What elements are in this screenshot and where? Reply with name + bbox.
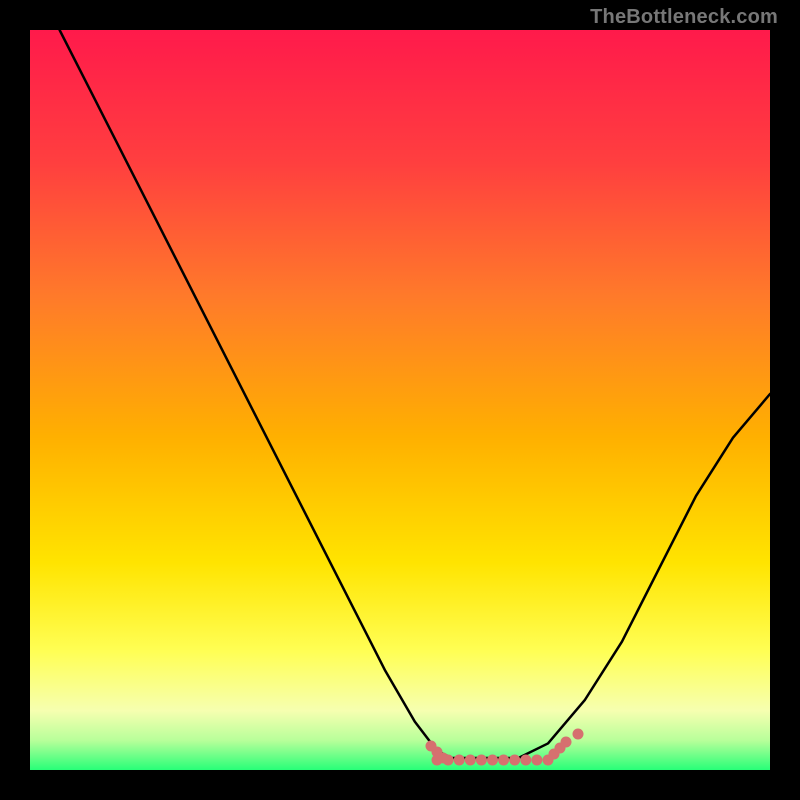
plot-area xyxy=(30,30,770,770)
chart-container: TheBottleneck.com xyxy=(0,0,800,800)
attribution-text: TheBottleneck.com xyxy=(590,6,778,29)
gradient-background xyxy=(30,30,770,770)
valley-markers xyxy=(30,30,770,770)
bottleneck-curve xyxy=(30,30,770,770)
